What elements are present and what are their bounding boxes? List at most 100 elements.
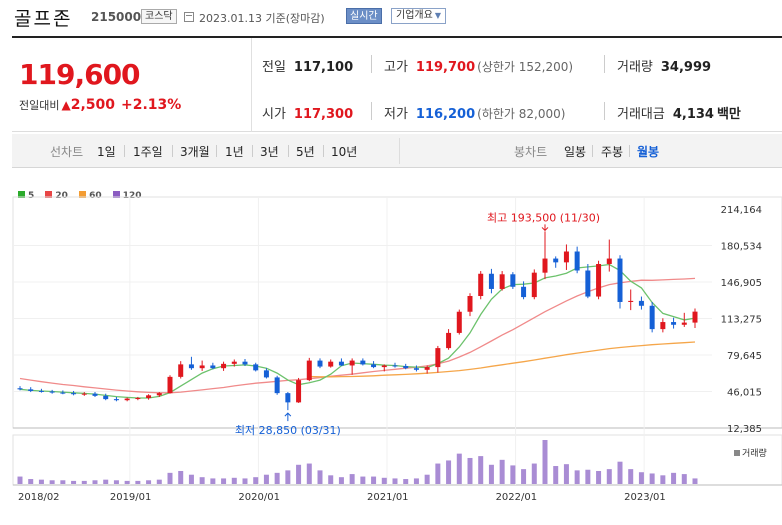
candle-body <box>306 360 312 381</box>
lower-limit: (하한가 82,000) <box>477 107 566 121</box>
volume-bar <box>242 478 248 484</box>
volume-bar <box>531 463 537 484</box>
volume-bar <box>628 469 634 484</box>
y-tick-label: 46,015 <box>727 388 762 399</box>
volume-bar <box>221 478 227 484</box>
realtime-button[interactable]: 실시간 <box>346 8 382 24</box>
x-tick-label: 2023/01 <box>624 492 666 503</box>
candle-body <box>156 393 162 396</box>
candle-body <box>360 360 366 365</box>
volume-bar <box>263 474 269 484</box>
candle-body <box>124 398 130 401</box>
y-tick-label: 180,534 <box>721 242 762 253</box>
change-percent: +2.13% <box>121 97 182 113</box>
change-label: 전일대비 <box>19 99 60 112</box>
candle-body <box>617 258 623 302</box>
divider <box>371 55 372 73</box>
ma60-line <box>309 341 696 378</box>
company-overview-dropdown[interactable]: 기업개요 ▼ <box>391 8 446 24</box>
volume-bar <box>563 464 569 484</box>
volume-bar <box>17 476 23 484</box>
volume-bar <box>92 480 98 484</box>
tab-candle-chart[interactable]: 봉차트 <box>514 143 547 160</box>
volume-label: 거래량 <box>617 60 653 75</box>
volume-swatch <box>734 450 740 456</box>
low-value: 116,200 <box>415 107 476 122</box>
tab-daily[interactable]: 일봉 <box>564 143 586 160</box>
volume-bar <box>60 480 66 484</box>
volume-bar <box>553 466 559 484</box>
candle-body <box>531 272 537 298</box>
candle-body <box>596 263 602 297</box>
candle-body <box>381 365 387 368</box>
candle-body <box>660 322 666 330</box>
price-chart[interactable]: 214,164 180,534 146,905 113,275 79,645 46,015… <box>0 195 782 525</box>
tab-line-chart[interactable]: 선차트 <box>50 143 83 160</box>
volume-bar <box>253 477 259 484</box>
dropdown-arrow-icon: ▼ <box>434 11 441 20</box>
candle-body <box>317 360 323 367</box>
candle-body <box>338 361 344 366</box>
volume-bar <box>499 459 505 484</box>
candle-body <box>103 395 109 400</box>
stock-name: 골프존 <box>14 8 73 30</box>
volume-bar <box>28 479 34 484</box>
tab-period-1d[interactable]: 1일 <box>97 143 116 160</box>
candle-body <box>467 296 473 312</box>
candle-body <box>113 399 119 401</box>
candle-body <box>553 258 559 263</box>
volume-bar <box>210 478 216 484</box>
volume-bar <box>103 479 109 484</box>
volume-bar <box>49 480 55 484</box>
tab-weekly[interactable]: 주봉 <box>601 143 623 160</box>
volume-bar <box>188 474 194 484</box>
candle-body <box>681 322 687 325</box>
min-price-annotation: 최저 28,850 (03/31) <box>235 424 341 437</box>
volume-bar <box>317 470 323 484</box>
volume-bar <box>381 477 387 484</box>
volume-bar <box>371 476 377 484</box>
volume-value: 34,999 <box>660 60 712 75</box>
upper-limit: (상한가 152,200) <box>477 60 574 74</box>
volume-bar <box>638 472 644 484</box>
stock-code: 215000 <box>91 10 142 24</box>
market-badge: 코스닥 <box>141 9 177 24</box>
candle-body <box>81 393 87 395</box>
candle-body <box>38 390 44 392</box>
change-amount: 2,500 <box>70 97 116 113</box>
volume-bar <box>199 477 205 484</box>
volume-bar <box>113 480 119 484</box>
prev-close-value: 117,100 <box>293 60 354 75</box>
volume-bar <box>424 474 430 484</box>
candle-body <box>285 393 291 403</box>
candle-body <box>446 332 452 349</box>
up-arrow-icon: ▲ <box>61 98 71 112</box>
open-value: 117,300 <box>293 107 354 122</box>
candle-body <box>188 364 194 369</box>
trade-value-unit: 백만 <box>716 107 741 122</box>
volume-frame <box>12 434 782 486</box>
tab-period-1y[interactable]: 1년 <box>225 143 244 160</box>
candle-body <box>296 380 302 403</box>
candle-body <box>628 300 634 302</box>
candle-body <box>328 361 334 367</box>
tab-period-10y[interactable]: 10년 <box>331 143 357 160</box>
tab-period-3m[interactable]: 3개월 <box>180 143 210 160</box>
high-cell: 고가 119,700 (상한가 152,200) <box>384 56 573 75</box>
volume-bar <box>585 469 591 484</box>
tab-period-3y[interactable]: 3년 <box>260 143 279 160</box>
candle-body <box>210 365 216 369</box>
tab-period-5y[interactable]: 5년 <box>296 143 315 160</box>
calendar-icon <box>184 12 194 22</box>
low-label: 저가 <box>384 107 408 122</box>
price-change: 전일대비 ▲2,500 +2.13% <box>19 97 181 113</box>
candle-body <box>638 300 644 306</box>
volume-bar <box>38 479 44 484</box>
trade-value-label: 거래대금 <box>617 107 665 122</box>
candle-body <box>521 286 527 298</box>
candle-body <box>178 364 184 377</box>
tab-period-1w[interactable]: 1주일 <box>133 143 163 160</box>
tab-monthly[interactable]: 월봉 <box>637 143 659 160</box>
chart-frame <box>12 196 782 429</box>
divider <box>216 145 217 157</box>
